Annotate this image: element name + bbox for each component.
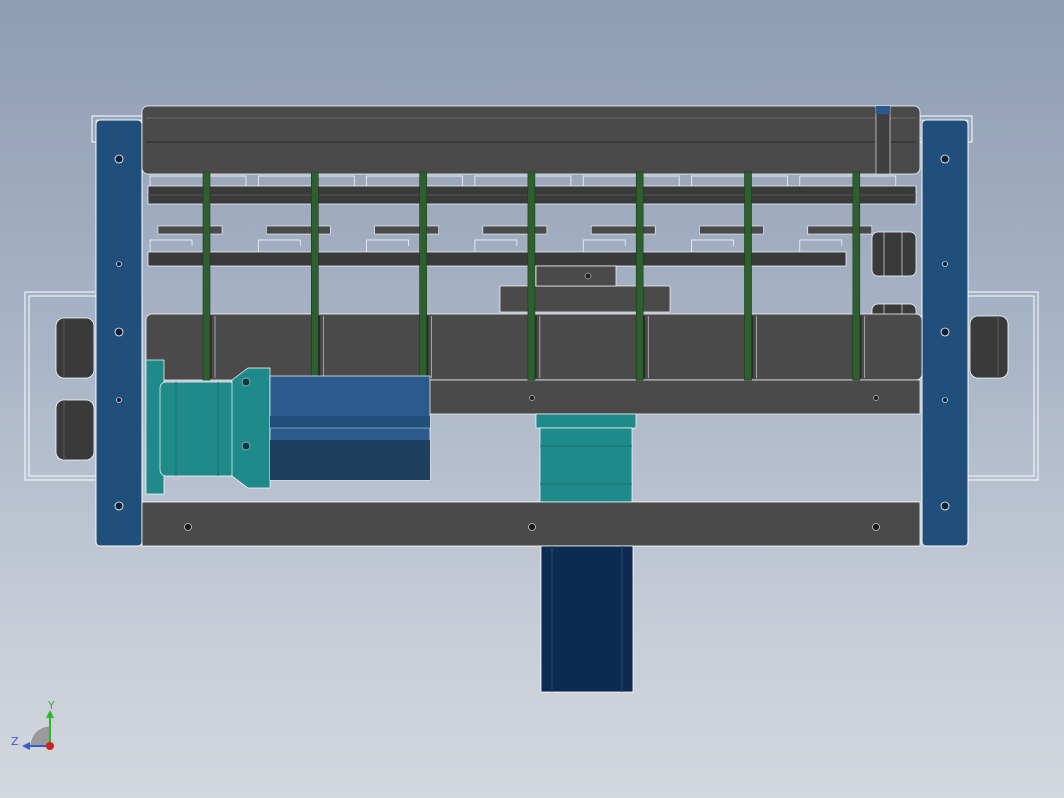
lower-clip: [149, 239, 193, 252]
upper-clip: [482, 225, 548, 235]
upper-clip: [807, 225, 873, 235]
cad-viewport[interactable]: Y Z: [0, 0, 1064, 798]
coordinate-triad: [22, 710, 54, 750]
top-clip: [149, 175, 247, 186]
tensioner-bracket: [499, 265, 671, 313]
lower-clip: [366, 239, 409, 252]
base-plate: [141, 501, 921, 547]
belt: [202, 171, 211, 381]
top-clip: [691, 175, 788, 186]
lower-clip: [691, 239, 734, 252]
upper-clip: [157, 225, 223, 235]
top-roller: [141, 105, 921, 175]
lower-clip: [474, 239, 518, 252]
upper-clip: [699, 225, 764, 235]
x-axis-dot: [46, 742, 54, 750]
top-clip: [474, 175, 572, 186]
triad-y-label: Y: [48, 699, 55, 712]
triad-z-label: Z: [11, 735, 19, 748]
lower-clip: [257, 239, 301, 252]
belt: [852, 171, 861, 381]
belt: [419, 171, 427, 381]
assembly-model[interactable]: [0, 0, 1064, 798]
belt: [635, 171, 644, 381]
right-frame-plate: [921, 119, 969, 547]
upper-clip: [265, 225, 331, 235]
vertical-motor: [540, 545, 634, 693]
left-pulley-assembly: [55, 317, 95, 461]
lower-clip: [799, 239, 843, 252]
lower-clip: [582, 239, 626, 252]
top-clip: [799, 175, 897, 186]
belt: [310, 171, 319, 381]
top-clip: [366, 175, 463, 186]
lower-beam: [419, 379, 921, 415]
upper-clip: [590, 225, 656, 235]
mid-rail: [147, 251, 847, 267]
right-knob: [969, 315, 1009, 379]
top-clip: [582, 175, 680, 186]
top-clip: [257, 175, 355, 186]
left-frame-plate: [95, 119, 143, 547]
center-gearbox: [535, 413, 637, 503]
upper-clip: [374, 225, 439, 235]
belt: [744, 171, 752, 381]
belt: [527, 171, 536, 381]
